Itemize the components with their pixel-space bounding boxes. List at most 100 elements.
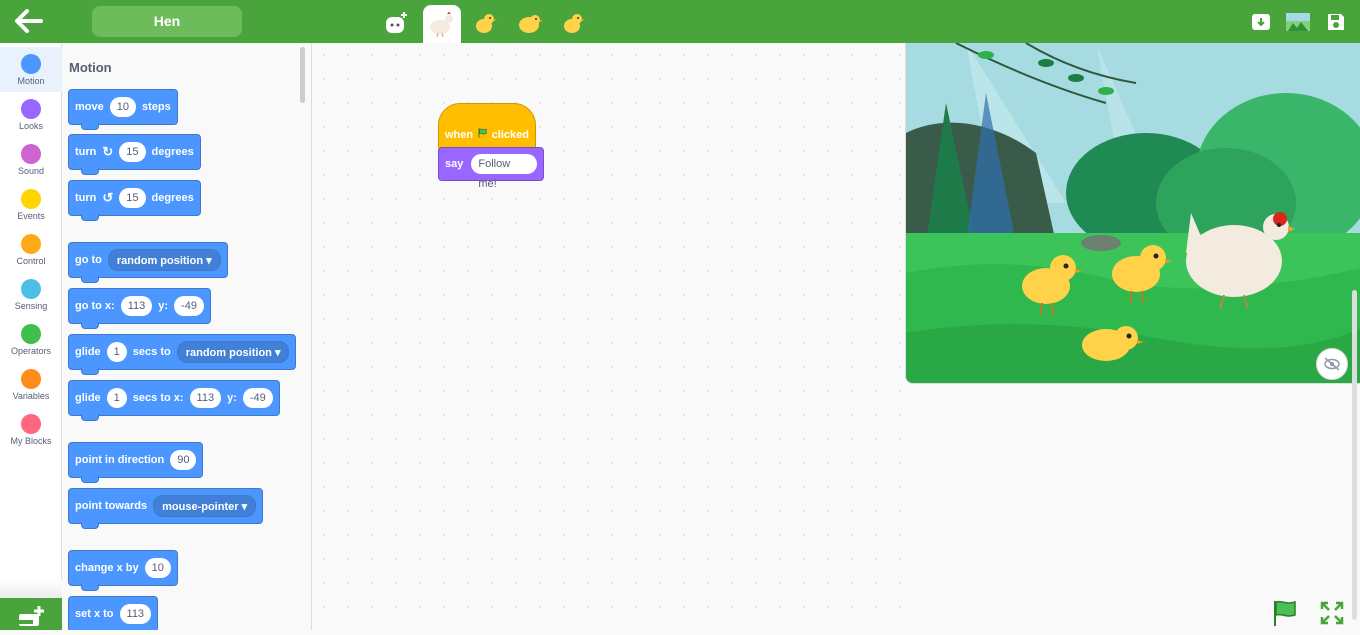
my-blocks-dot-icon	[21, 414, 41, 434]
x-change-input[interactable]: 10	[144, 558, 171, 578]
block-text: y:	[227, 392, 237, 404]
go-to-xy-block[interactable]: go to x: 113 y: -49	[68, 288, 211, 329]
hen-sprite-tab[interactable]	[423, 5, 461, 43]
point-in-direction-block[interactable]: point in direction 90	[68, 442, 204, 483]
block-text: say	[445, 158, 464, 170]
block-text: degrees	[151, 146, 194, 158]
category-sound[interactable]: Sound	[0, 137, 62, 182]
sprite-name-field[interactable]: Hen	[92, 6, 242, 37]
block-text: move	[75, 101, 104, 113]
block-palette: Motion move 10 steps turn ↻ 15 degrees t…	[62, 43, 312, 630]
category-label: Variables	[12, 391, 50, 401]
block-text: secs to x:	[132, 392, 184, 404]
direction-input[interactable]: 90	[170, 450, 197, 470]
block-text: point towards	[75, 500, 148, 512]
block-text: point in direction	[75, 454, 165, 466]
block-text: glide	[75, 392, 101, 404]
chick-3-sprite-tab[interactable]	[554, 5, 592, 41]
green-flag-icon[interactable]	[1271, 599, 1299, 627]
go-to-block[interactable]: go to random position	[68, 242, 228, 283]
eye-slash-icon	[1324, 357, 1340, 371]
glide-to-block[interactable]: glide 1 secs to random position	[68, 334, 297, 375]
chick-2-sprite-tab[interactable]	[511, 5, 549, 41]
category-label: My Blocks	[10, 436, 52, 446]
turn-right-block[interactable]: turn ↻ 15 degrees	[68, 134, 201, 175]
control-dot-icon	[21, 234, 41, 254]
degrees-input[interactable]: 15	[119, 142, 146, 162]
x-input[interactable]: 113	[120, 296, 153, 316]
events-dot-icon	[21, 189, 41, 209]
add-extension-icon	[19, 606, 44, 626]
stage-visibility-toggle[interactable]	[1316, 348, 1348, 380]
secs-input[interactable]: 1	[106, 342, 127, 362]
block-text: set x to	[75, 608, 114, 620]
change-x-block[interactable]: change x by 10	[68, 550, 178, 591]
chick-icon	[564, 14, 585, 33]
say-message-input[interactable]: Follow me!	[471, 154, 537, 190]
block-text: go to	[75, 254, 102, 266]
category-operators[interactable]: Operators	[0, 317, 62, 362]
secs-input[interactable]: 1	[106, 388, 127, 408]
set-x-block[interactable]: set x to 113	[68, 596, 159, 630]
chick-icon	[519, 15, 543, 33]
rotate-counterclockwise-icon: ↺	[102, 190, 114, 205]
category-label: Sensing	[14, 301, 48, 311]
category-label: Motion	[17, 76, 45, 86]
looks-dot-icon	[21, 99, 41, 119]
category-my-blocks[interactable]: My Blocks	[0, 407, 62, 452]
chick-icon	[476, 14, 497, 33]
motion-dot-icon	[21, 54, 41, 74]
say-block[interactable]: say Follow me!	[438, 147, 544, 190]
category-sensing[interactable]: Sensing	[0, 272, 62, 317]
download-icon[interactable]	[1251, 12, 1271, 32]
degrees-input[interactable]: 15	[119, 188, 146, 208]
category-label: Sound	[17, 166, 45, 176]
block-text: secs to	[132, 346, 171, 358]
back-arrow-icon[interactable]	[14, 8, 44, 34]
category-motion[interactable]: Motion	[0, 47, 62, 92]
block-text: turn	[75, 192, 97, 204]
add-sprite-icon	[386, 12, 407, 33]
block-text: go to x:	[75, 300, 115, 312]
fullscreen-icon[interactable]	[1320, 601, 1344, 625]
save-icon[interactable]	[1326, 12, 1346, 32]
target-dropdown[interactable]: random position	[176, 341, 290, 363]
when-flag-clicked-block[interactable]: when clicked	[438, 103, 536, 151]
rotate-clockwise-icon: ↻	[102, 144, 114, 159]
x-input[interactable]: 113	[189, 388, 222, 408]
add-extension-button[interactable]	[0, 598, 62, 630]
target-dropdown[interactable]: random position	[107, 249, 221, 271]
palette-title: Motion	[69, 60, 112, 75]
category-variables[interactable]: Variables	[0, 362, 62, 407]
backdrop-icon[interactable]	[1286, 12, 1310, 32]
category-label: Looks	[18, 121, 44, 131]
turn-left-block[interactable]: turn ↺ 15 degrees	[68, 180, 201, 221]
steps-input[interactable]: 10	[109, 97, 136, 117]
category-label: Control	[16, 256, 46, 266]
y-input[interactable]: -49	[174, 296, 204, 316]
y-input[interactable]: -49	[242, 388, 273, 408]
x-set-input[interactable]: 113	[119, 604, 152, 624]
category-control[interactable]: Control	[0, 227, 62, 272]
glide-to-xy-block[interactable]: glide 1 secs to x: 113 y: -49	[68, 380, 280, 421]
block-text: glide	[75, 346, 101, 358]
green-flag-icon	[478, 128, 487, 138]
stage-scene	[906, 43, 1360, 383]
point-towards-block[interactable]: point towards mouse-pointer	[68, 488, 264, 529]
block-text: steps	[142, 101, 171, 113]
add-sprite-tab[interactable]	[377, 5, 415, 41]
stage[interactable]	[905, 43, 1360, 384]
sound-dot-icon	[21, 144, 41, 164]
block-text: y:	[158, 300, 169, 312]
palette-scrollbar[interactable]	[300, 47, 305, 103]
block-text: degrees	[151, 192, 194, 204]
top-bar: Hen	[0, 0, 1360, 43]
stage-scrollbar[interactable]	[1352, 290, 1357, 620]
script-workspace[interactable]: when clicked say Follow me!	[312, 43, 905, 630]
category-looks[interactable]: Looks	[0, 92, 62, 137]
towards-dropdown[interactable]: mouse-pointer	[153, 495, 257, 517]
chick-1-sprite-tab[interactable]	[466, 5, 504, 41]
category-events[interactable]: Events	[0, 182, 62, 227]
category-label: Operators	[10, 346, 52, 356]
move-steps-block[interactable]: move 10 steps	[68, 89, 178, 130]
